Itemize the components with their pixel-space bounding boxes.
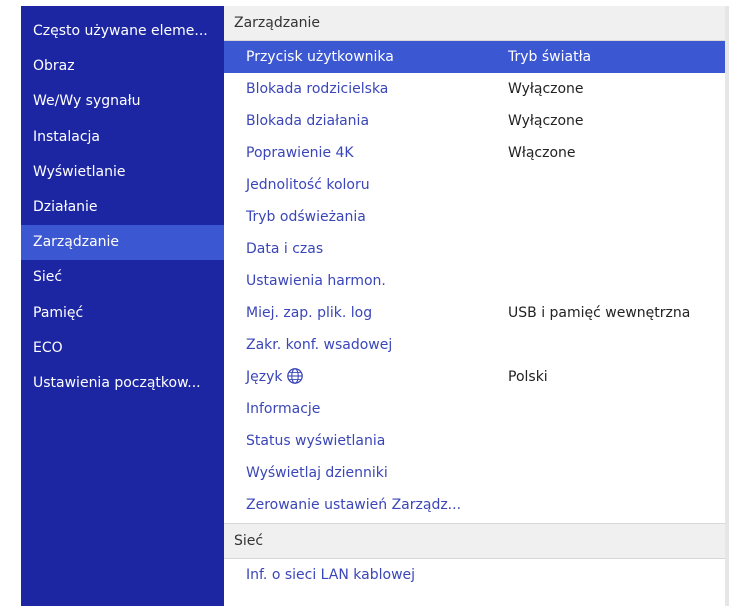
row-value	[508, 169, 729, 201]
row-value: Polski	[508, 369, 548, 385]
sidebar-item-we-wy-sygnalu[interactable]: We/Wy sygnału	[21, 84, 224, 119]
row-label: Status wyświetlania	[246, 433, 386, 449]
row-value	[508, 393, 729, 425]
sidebar-item-instalacja[interactable]: Instalacja	[21, 120, 224, 155]
menu-row-jednolitosc-koloru[interactable]: Jednolitość koloru	[224, 169, 729, 201]
sidebar-item-pamiec[interactable]: Pamięć	[21, 296, 224, 331]
menu-row-jezyk[interactable]: Język Polski	[224, 361, 729, 393]
row-label: Miej. zap. plik. log	[246, 305, 373, 321]
row-label: Zakr. konf. wsadowej	[246, 337, 393, 353]
menu-row-zakr-konf-wsadowej[interactable]: Zakr. konf. wsadowej	[224, 329, 729, 361]
menu-row-miej-zap-plik-log[interactable]: Miej. zap. plik. log USB i pamięć wewnęt…	[224, 297, 729, 329]
sidebar: Często używane eleme... Obraz We/Wy sygn…	[21, 6, 224, 606]
row-value	[508, 489, 729, 521]
menu-row-blokada-dzialania[interactable]: Blokada działania Wyłączone	[224, 105, 729, 137]
row-label: Język	[246, 369, 283, 385]
row-label: Blokada rodzicielska	[246, 81, 389, 97]
scrollbar[interactable]	[725, 6, 729, 606]
row-value	[508, 329, 729, 361]
menu-row-inf-sieci-lan[interactable]: Inf. o sieci LAN kablowej	[224, 559, 729, 591]
row-value	[508, 201, 729, 233]
menu-row-blokada-rodzicielska[interactable]: Blokada rodzicielska Wyłączone	[224, 73, 729, 105]
row-label: Jednolitość koloru	[246, 177, 370, 193]
sidebar-item-czesto-uzywane[interactable]: Często używane eleme...	[21, 14, 224, 49]
row-value	[508, 559, 729, 591]
settings-panel: Zarządzanie Przycisk użytkownika Tryb św…	[224, 6, 729, 606]
row-value	[508, 425, 729, 457]
sidebar-item-ustawienia-poczatkowe[interactable]: Ustawienia początkow...	[21, 366, 224, 401]
row-value	[508, 457, 729, 489]
row-label: Inf. o sieci LAN kablowej	[246, 567, 416, 583]
menu-row-przycisk-uzytkownika[interactable]: Przycisk użytkownika Tryb światła	[224, 41, 729, 73]
menu-row-ustawienia-harmon[interactable]: Ustawienia harmon.	[224, 265, 729, 297]
menu-row-data-i-czas[interactable]: Data i czas	[224, 233, 729, 265]
menu-row-informacje[interactable]: Informacje	[224, 393, 729, 425]
row-value: USB i pamięć wewnętrzna	[508, 305, 691, 321]
row-value: Włączone	[508, 145, 576, 161]
row-label: Informacje	[246, 401, 321, 417]
row-label: Zerowanie ustawień Zarządz...	[246, 497, 462, 513]
row-label: Tryb odświeżania	[246, 209, 366, 225]
row-value	[508, 233, 729, 265]
row-label: Poprawienie 4K	[246, 145, 354, 161]
sidebar-item-obraz[interactable]: Obraz	[21, 49, 224, 84]
sidebar-item-wyswietlanie[interactable]: Wyświetlanie	[21, 155, 224, 190]
sidebar-item-zarzadzanie[interactable]: Zarządzanie	[21, 225, 224, 261]
section-header-siec: Sieć	[224, 523, 729, 559]
globe-icon	[287, 368, 304, 384]
sidebar-item-siec[interactable]: Sieć	[21, 260, 224, 295]
row-label-with-icon: Język	[224, 361, 508, 393]
menu-row-wyswietlaj-dzienniki[interactable]: Wyświetlaj dzienniki	[224, 457, 729, 489]
sidebar-item-eco[interactable]: ECO	[21, 331, 224, 366]
row-value: Tryb światła	[508, 49, 592, 65]
menu-row-zerowanie-ustawien[interactable]: Zerowanie ustawień Zarządz...	[224, 489, 729, 521]
row-label: Ustawienia harmon.	[246, 273, 386, 289]
row-value	[508, 265, 729, 297]
sidebar-item-dzialanie[interactable]: Działanie	[21, 190, 224, 225]
row-label: Data i czas	[246, 241, 324, 257]
menu-row-tryb-odswiezania[interactable]: Tryb odświeżania	[224, 201, 729, 233]
section-header-zarzadzanie: Zarządzanie	[224, 6, 729, 41]
row-label: Przycisk użytkownika	[246, 49, 394, 65]
settings-menu-window: Często używane eleme... Obraz We/Wy sygn…	[21, 6, 729, 606]
menu-row-poprawienie-4k[interactable]: Poprawienie 4K Włączone	[224, 137, 729, 169]
menu-row-status-wyswietlania[interactable]: Status wyświetlania	[224, 425, 729, 457]
row-value: Wyłączone	[508, 113, 584, 129]
row-label: Blokada działania	[246, 113, 370, 129]
row-value: Wyłączone	[508, 81, 584, 97]
row-label: Wyświetlaj dzienniki	[246, 465, 388, 481]
